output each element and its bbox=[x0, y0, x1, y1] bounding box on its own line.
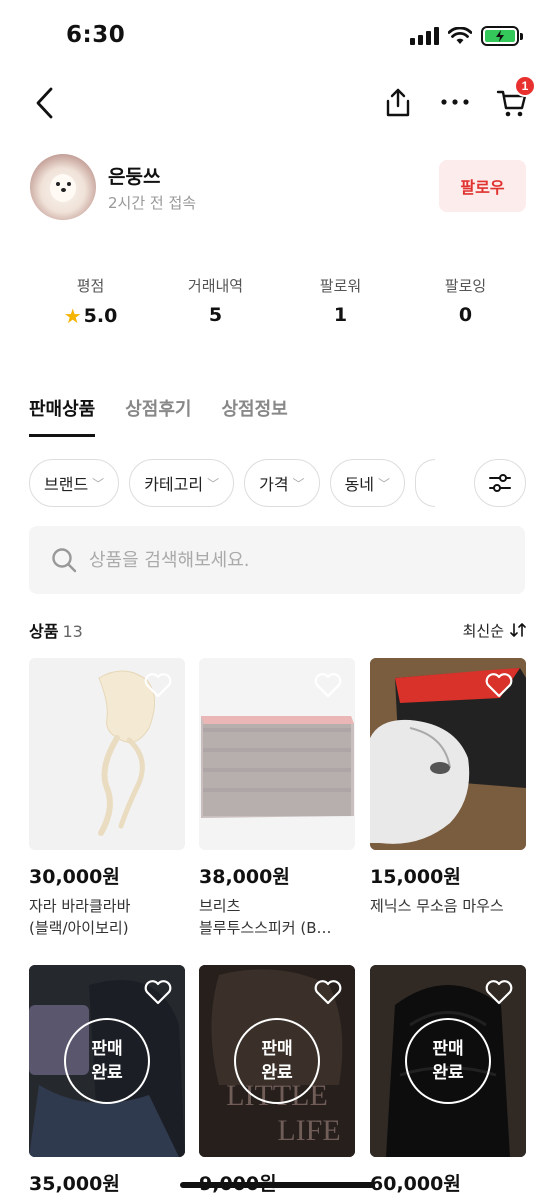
stat-rating: 평점 ★ 5.0 bbox=[28, 275, 153, 335]
cart-badge: 1 bbox=[514, 75, 536, 97]
product-title: 제닉스 무소음 마우스 bbox=[370, 897, 504, 915]
chevron-left-icon bbox=[36, 87, 53, 119]
stat-followers[interactable]: 팔로워 1 bbox=[278, 275, 403, 335]
chip-label: 가격 bbox=[259, 475, 289, 494]
chip-label: 카테고리 bbox=[144, 475, 204, 494]
star-icon: ★ bbox=[63, 304, 82, 328]
user-name[interactable]: 은둥쓰 bbox=[108, 162, 160, 189]
chevron-down-icon: ﹀ bbox=[92, 476, 105, 491]
chip-label: 브랜드 bbox=[44, 475, 89, 494]
filter-settings-button[interactable] bbox=[474, 459, 526, 507]
product-image[interactable]: 판매 완료 bbox=[370, 965, 526, 1157]
filter-neighborhood[interactable]: 동네 ﹀ bbox=[329, 459, 406, 507]
stat-value: 5 bbox=[208, 304, 223, 326]
product-card[interactable]: 30,000원 자라 바라클라바 (블랙/아이보리) bbox=[29, 658, 185, 939]
product-card[interactable]: 판매 완료 35,000원 bbox=[29, 965, 185, 1196]
share-icon bbox=[386, 88, 410, 117]
heart-icon[interactable] bbox=[143, 670, 173, 700]
sold-badge: 판매 완료 bbox=[64, 1018, 150, 1104]
sort-label: 최신순 bbox=[462, 621, 504, 640]
product-image[interactable]: 판매 완료 bbox=[29, 965, 185, 1157]
filter-brand[interactable]: 브랜드 ﹀ bbox=[29, 459, 120, 507]
top-nav: 1 bbox=[0, 75, 555, 135]
product-card[interactable]: 15,000원 제닉스 무소음 마우스 bbox=[370, 658, 526, 917]
sold-badge: 판매 완료 bbox=[234, 1018, 320, 1104]
product-price: 15,000원 bbox=[370, 866, 461, 888]
heart-icon[interactable] bbox=[484, 977, 514, 1007]
product-list-header: 상품 13 최신순 bbox=[29, 618, 526, 642]
product-title: 자라 바라클라바 (블랙/아이보리) bbox=[29, 897, 131, 937]
search-icon bbox=[52, 548, 77, 573]
sliders-icon bbox=[489, 474, 511, 492]
avatar[interactable] bbox=[30, 154, 96, 220]
product-search bbox=[29, 526, 525, 594]
status-icons bbox=[410, 26, 523, 46]
chevron-down-icon: ﹀ bbox=[378, 476, 391, 491]
product-image[interactable] bbox=[29, 658, 185, 850]
stat-label: 평점 bbox=[76, 277, 105, 295]
product-price: 35,000원 bbox=[29, 1173, 120, 1195]
stat-value: 5.0 bbox=[83, 305, 118, 327]
last-seen: 2시간 전 접속 bbox=[108, 194, 197, 212]
status-time: 6:30 bbox=[66, 22, 126, 48]
filter-category[interactable]: 카테고리 ﹀ bbox=[129, 459, 235, 507]
back-button[interactable] bbox=[30, 85, 60, 121]
heart-icon[interactable] bbox=[143, 977, 173, 1007]
product-price: 38,000원 bbox=[199, 866, 290, 888]
product-count: 상품 13 bbox=[29, 618, 83, 642]
home-indicator[interactable] bbox=[180, 1182, 375, 1188]
shop-stats: 평점 ★ 5.0 거래내역 5 팔로워 1 팔로잉 0 bbox=[28, 275, 528, 335]
stat-value: 1 bbox=[333, 304, 348, 326]
heart-icon[interactable] bbox=[484, 670, 514, 700]
product-image[interactable] bbox=[199, 658, 355, 850]
profile-header: 은둥쓰 2시간 전 접속 팔로우 bbox=[0, 150, 555, 230]
follow-button[interactable]: 팔로우 bbox=[439, 160, 526, 212]
sort-arrows-icon bbox=[510, 623, 526, 637]
filter-more-chip[interactable] bbox=[415, 459, 436, 507]
stat-label: 팔로잉 bbox=[444, 277, 487, 295]
more-button[interactable] bbox=[438, 87, 472, 117]
stat-label: 거래내역 bbox=[187, 277, 244, 295]
product-title: 브리츠 블루투스스피커 (B… bbox=[199, 897, 332, 937]
heart-icon[interactable] bbox=[313, 977, 343, 1007]
stat-transactions[interactable]: 거래내역 5 bbox=[153, 275, 278, 335]
sort-button[interactable]: 최신순 bbox=[463, 620, 526, 641]
more-icon bbox=[441, 99, 469, 105]
filter-price[interactable]: 가격 ﹀ bbox=[244, 459, 320, 507]
stat-label: 팔로워 bbox=[319, 277, 362, 295]
product-image[interactable] bbox=[370, 658, 526, 850]
sold-badge: 판매 완료 bbox=[405, 1018, 491, 1104]
battery-icon bbox=[481, 26, 523, 46]
stat-following[interactable]: 팔로잉 0 bbox=[403, 275, 528, 335]
status-bar: 6:30 bbox=[0, 0, 555, 75]
chip-label: 동네 bbox=[344, 475, 375, 494]
chevron-down-icon: ﹀ bbox=[292, 476, 305, 491]
wifi-icon bbox=[448, 27, 472, 44]
chevron-down-icon: ﹀ bbox=[207, 476, 220, 491]
product-card[interactable]: 판매 완료 60,000원 bbox=[370, 965, 526, 1196]
search-input[interactable] bbox=[89, 549, 489, 571]
tab-reviews[interactable]: 상점후기 bbox=[125, 395, 191, 437]
heart-icon[interactable] bbox=[313, 670, 343, 700]
product-card[interactable]: 38,000원 브리츠 블루투스스피커 (B… bbox=[199, 658, 355, 939]
product-price: 30,000원 bbox=[29, 866, 120, 888]
product-price: 60,000원 bbox=[370, 1173, 461, 1195]
share-button[interactable] bbox=[382, 85, 414, 121]
cart-button[interactable]: 1 bbox=[496, 75, 536, 119]
product-image[interactable]: LITTLE LIFE 판매 완료 bbox=[199, 965, 355, 1157]
tab-products[interactable]: 판매상품 bbox=[29, 395, 96, 437]
shop-tabs: 판매상품 상점후기 상점정보 bbox=[29, 395, 288, 437]
tab-shop-info[interactable]: 상점정보 bbox=[222, 395, 288, 437]
stat-value: 0 bbox=[458, 304, 473, 326]
product-count-number: 13 bbox=[62, 622, 83, 641]
product-card[interactable]: LITTLE LIFE 판매완료 9,000원 bbox=[199, 965, 355, 1196]
signal-icon bbox=[410, 27, 439, 45]
product-count-label: 상품 bbox=[29, 622, 59, 641]
